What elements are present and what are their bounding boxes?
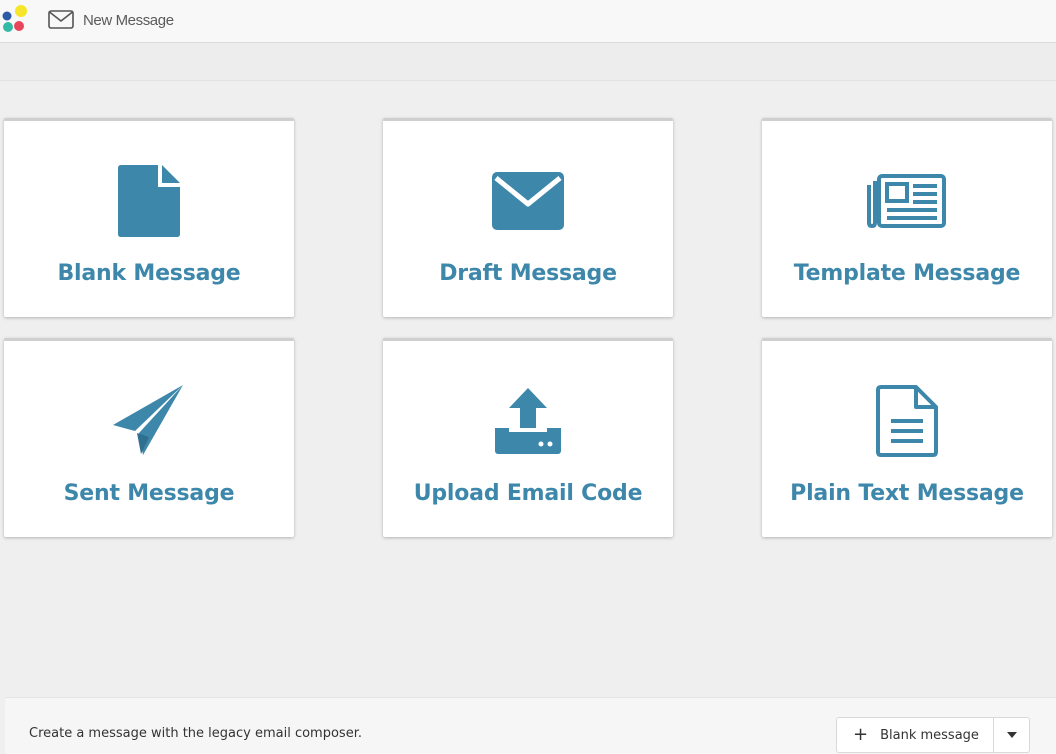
text-file-icon [876, 385, 938, 457]
dropdown-toggle[interactable] [993, 718, 1029, 752]
blank-message-button[interactable]: + Blank message [837, 718, 993, 752]
sent-message-card[interactable]: Sent Message [4, 338, 294, 537]
footer-description: Create a message with the legacy email c… [29, 726, 362, 741]
document-icon [118, 165, 180, 237]
app-logo-icon[interactable] [2, 5, 28, 33]
footer-bar: Create a message with the legacy email c… [5, 697, 1056, 754]
upload-email-code-card[interactable]: Upload Email Code [383, 338, 673, 537]
toolbar-strip [0, 43, 1056, 81]
paper-plane-icon [113, 385, 183, 455]
blank-message-split-button: + Blank message [836, 717, 1030, 753]
card-label: Sent Message [63, 481, 235, 506]
template-message-card[interactable]: Template Message [762, 118, 1052, 317]
card-label: Blank Message [57, 261, 241, 286]
envelope-outline-icon [48, 10, 74, 29]
blank-message-button-label: Blank message [880, 727, 979, 743]
draft-message-card[interactable]: Draft Message [383, 118, 673, 317]
top-bar: New Message [0, 0, 1056, 43]
envelope-icon [492, 172, 564, 230]
page-title: New Message [83, 12, 174, 29]
plain-text-message-card[interactable]: Plain Text Message [762, 338, 1052, 537]
card-label: Draft Message [439, 261, 617, 286]
caret-down-icon [1006, 732, 1017, 738]
newspaper-icon [867, 174, 946, 229]
upload-icon [495, 388, 561, 454]
card-label: Plain Text Message [790, 481, 1024, 506]
card-label: Upload Email Code [413, 481, 643, 506]
card-label: Template Message [793, 261, 1021, 286]
plus-icon: + [853, 724, 869, 745]
blank-message-card[interactable]: Blank Message [4, 118, 294, 317]
